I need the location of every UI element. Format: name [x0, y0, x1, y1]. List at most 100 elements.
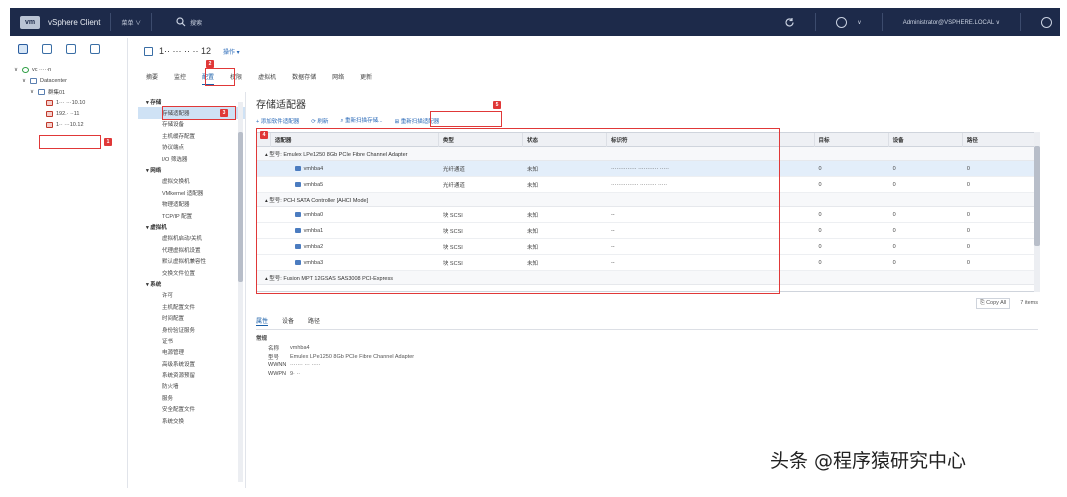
chevron-icon[interactable]: ∨ [22, 78, 27, 84]
subnav-item[interactable]: 防火墙 [138, 381, 245, 392]
tab-4[interactable]: 虚拟机 [258, 72, 276, 85]
subnav-item[interactable]: 主机配置文件 [138, 301, 245, 312]
hosts-clusters-icon[interactable] [18, 44, 28, 54]
subnav-item[interactable]: 电源管理 [138, 347, 245, 358]
property-value: ······· ··· ····· [290, 362, 321, 369]
toolbar-action-1[interactable]: ⟳ 刷新 [311, 117, 328, 125]
subnav-item[interactable]: 安全配置文件 [138, 404, 245, 415]
subnav-item[interactable]: 默认虚拟机兼容性 [138, 255, 245, 266]
subnav-item[interactable]: 系统交换 [138, 415, 245, 426]
callout-box-adapters-grid [256, 128, 780, 294]
tab-5[interactable]: 数据存储 [292, 72, 316, 85]
subnav-category[interactable]: ▾ 系统 [138, 278, 245, 289]
toolbar-action-2[interactable]: ⌕ 重新扫描存储... [340, 116, 382, 125]
cell-paths: 0 [963, 161, 1037, 177]
refresh-icon[interactable] [784, 17, 795, 28]
subnav-item[interactable]: 服务 [138, 392, 245, 403]
divider [815, 13, 817, 31]
search-button[interactable]: 搜索 [176, 17, 202, 27]
grid-footer: ⎘ Copy All 7 items [256, 296, 1038, 310]
user-menu[interactable]: Administrator@VSPHERE.LOCAL ∨ [903, 19, 1000, 26]
inventory-pane: ∨ vc ·····n ∨ Datacenter ∨ 群集01 1··· ···10.10 1… [10, 38, 128, 488]
details-tab-2[interactable]: 路径 [308, 316, 320, 326]
cell-targets: 0 [815, 239, 889, 255]
subnav-item[interactable]: 系统资源预留 [138, 369, 245, 380]
adapter-properties: 常规 名称 vmhba4 型号 Emulex LPe1250 8Gb PCIe Fib… [256, 334, 414, 378]
subnav-item[interactable]: 虚拟交换机 [138, 176, 245, 187]
divider [110, 13, 112, 31]
chevron-icon[interactable]: ∨ [14, 67, 19, 73]
configure-subnav: ▾ 存储 存储适配器 存储设备 主机缓存配置 协议端点 I/O 筛选器 ▾ 网络 虚拟交换机 V… [138, 92, 246, 488]
header-right-tools: ∨ Administrator@VSPHERE.LOCAL ∨ [784, 8, 1052, 36]
chevron-icon[interactable]: ∨ [30, 89, 35, 95]
subnav-category[interactable]: ▾ 网络 [138, 164, 245, 175]
column-header[interactable]: 目标 [815, 133, 889, 147]
host-icon [46, 121, 53, 128]
storage-icon[interactable] [66, 44, 76, 54]
copy-all-button[interactable]: ⎘ Copy All [976, 297, 1011, 309]
subnav-item[interactable]: 时间配置 [138, 312, 245, 323]
menu-button[interactable]: 菜单 ∨ [121, 18, 141, 27]
tab-1[interactable]: 监控 [174, 72, 186, 85]
tab-6[interactable]: 网络 [332, 72, 344, 85]
callout-badge-2: 2 [206, 60, 214, 68]
callout-box-host [39, 135, 101, 149]
column-header[interactable]: 设备 [889, 133, 963, 147]
subnav-scrollbar[interactable] [238, 102, 243, 482]
tree-node[interactable]: ∨ Datacenter [10, 75, 127, 86]
object-title: 1·· ··· ·· ·· 12 [159, 46, 211, 56]
subnav-item[interactable]: 代理虚拟机设置 [138, 244, 245, 255]
tree-node-label: 群集01 [48, 89, 66, 96]
toolbar-action-0[interactable]: + 添加软件适配器 [256, 117, 299, 125]
cell-text: 0 [818, 259, 822, 266]
cell-text: 0 [892, 227, 896, 234]
property-row: WWNN ······· ··· ····· [256, 361, 414, 370]
details-tab-1[interactable]: 设备 [282, 316, 294, 326]
networking-icon[interactable] [90, 44, 100, 54]
subnav-item[interactable]: 许可 [138, 290, 245, 301]
property-value: vmhba4 [290, 345, 310, 352]
help-icon[interactable] [836, 16, 848, 28]
subnav-item[interactable]: 高级系统设置 [138, 358, 245, 369]
grid-scrollbar[interactable] [1034, 132, 1040, 292]
subnav-item[interactable]: 主机缓存配置 [138, 130, 245, 141]
subnav-item[interactable]: VMkernel 适配器 [138, 187, 245, 198]
object-header: 1·· ··· ·· ·· 12 操作 ▾ [144, 46, 240, 56]
cell-text: 0 [818, 165, 822, 172]
subnav-item[interactable]: 存储设备 [138, 119, 245, 130]
cell-devices: 0 [889, 207, 963, 223]
user-avatar-icon[interactable] [1041, 16, 1052, 28]
help-chevron-icon[interactable]: ∨ [857, 19, 861, 26]
details-tab-0[interactable]: 属性 [256, 316, 269, 326]
subnav-item[interactable]: TCP/IP 配置 [138, 210, 245, 221]
tab-0[interactable]: 摘要 [146, 72, 158, 85]
subnav-item[interactable]: 证书 [138, 335, 245, 346]
subnav-scroll-thumb[interactable] [238, 132, 243, 282]
tree-node[interactable]: 1··· ···10.10 [10, 97, 127, 108]
property-value: Emulex LPe1250 8Gb PCIe Fibre Channel Ad… [290, 353, 415, 360]
cell-text: 0 [966, 243, 970, 250]
actions-menu[interactable]: 操作 ▾ [223, 47, 240, 56]
tree-node[interactable]: ∨ vc ·····n [10, 64, 127, 75]
cell-targets: 0 [815, 255, 889, 271]
tab-7[interactable]: 更新 [360, 72, 372, 85]
subnav-category[interactable]: ▾ 虚拟机 [138, 221, 245, 232]
cell-paths: 0 [963, 255, 1037, 271]
callout-box-configure-tab [205, 68, 235, 86]
tree-node[interactable]: 1·· ···10.12 [10, 119, 127, 130]
subnav-item[interactable]: 身份验证服务 [138, 324, 245, 335]
column-header[interactable]: 路径 [963, 133, 1037, 147]
cell-text: 0 [892, 165, 896, 172]
divider [151, 13, 153, 31]
tree-node[interactable]: ∨ 群集01 [10, 86, 127, 97]
subnav-item[interactable]: I/O 筛选器 [138, 153, 245, 164]
property-row: WWPN 9· ·· [256, 370, 414, 379]
subnav-item[interactable]: 交换文件位置 [138, 267, 245, 278]
vms-templates-icon[interactable] [42, 44, 52, 54]
tree-node[interactable]: 192.· ··11 [10, 108, 127, 119]
subnav-item[interactable]: 虚拟机启动/关机 [138, 233, 245, 244]
subnav-item[interactable]: 协议端点 [138, 142, 245, 153]
subnav-item[interactable]: 物理适配器 [138, 199, 245, 210]
cell-text: 0 [966, 259, 970, 266]
grid-scroll-thumb[interactable] [1034, 146, 1040, 246]
